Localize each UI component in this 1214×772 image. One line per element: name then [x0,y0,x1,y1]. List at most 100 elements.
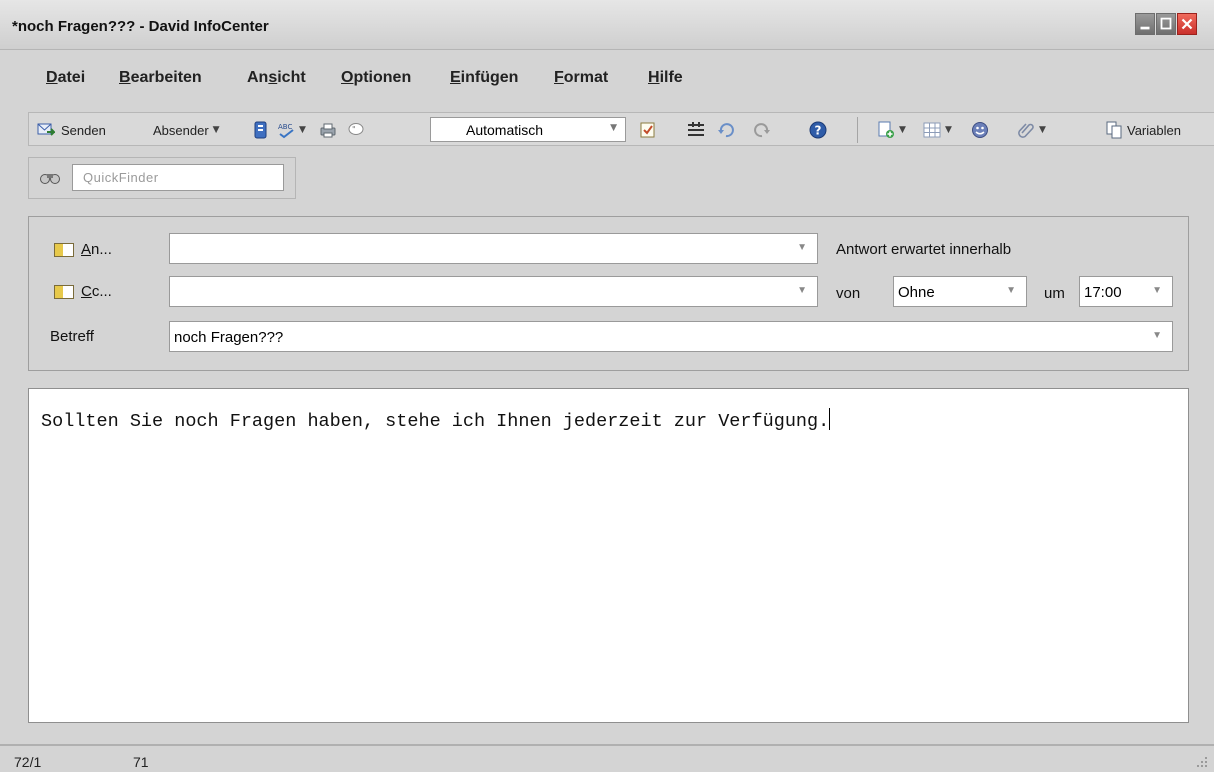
menu-hilfe[interactable]: Hilfe [648,69,683,87]
send-button[interactable]: Senden [37,120,106,140]
chevron-down-icon[interactable]: ▼ [1152,330,1162,341]
menu-accel: D [46,69,58,86]
cursor-position: 72/1 [14,754,42,770]
sender-label: Absender [153,122,209,138]
help-button[interactable]: ? [809,120,827,140]
subject-value: noch Fragen??? [174,329,284,346]
menu-bearbeiten[interactable]: Bearbeiten [119,69,202,87]
menu-format[interactable]: Format [554,69,608,87]
print-icon [320,123,336,138]
at-label: um [1044,285,1065,302]
address-book-icon[interactable] [54,285,74,299]
body-text-content: Sollten Sie noch Fragen haben, stehe ich… [41,411,830,432]
menu-accel: E [450,69,461,86]
chevron-down-icon: ▼ [610,123,617,133]
subject-label: Betreff [50,328,94,345]
address-book-icon[interactable] [54,243,74,257]
title-bar[interactable]: *noch Fragen??? - David InfoCenter [0,0,1214,50]
svg-text:?: ? [815,124,822,138]
sender-button[interactable]: Absender ▼ [153,120,220,140]
body-text[interactable]: Sollten Sie noch Fragen haben, stehe ich… [41,408,831,432]
priority-combobox[interactable]: Automatisch ▼ [430,117,626,142]
redo-button[interactable] [753,120,771,140]
message-body-editor[interactable]: Sollten Sie noch Fragen haben, stehe ich… [28,388,1189,723]
cc-label-rest: c... [91,283,112,300]
minimize-button[interactable] [1135,13,1155,35]
menu-bar: Datei Bearbeiten Ansicht Optionen Einfüg… [0,62,1214,94]
close-button[interactable] [1177,13,1197,35]
menu-datei[interactable]: Datei [46,69,85,87]
to-label-accel: A [81,241,92,258]
menu-label: ptionen [353,69,412,86]
undo-button[interactable] [717,120,735,140]
to-label[interactable]: An... [81,241,112,258]
spellcheck-button[interactable]: ABC ▼ [277,120,306,140]
table-button[interactable]: ▼ [923,120,952,140]
text-caret [829,408,831,430]
attachment-button[interactable]: ▼ [1017,120,1046,140]
paperclip-icon [1018,123,1034,138]
new-document-icon [878,121,894,138]
menu-label: infügen [460,69,519,86]
help-icon: ? [809,121,827,139]
maximize-icon [1160,17,1172,30]
task-button[interactable] [639,120,657,140]
task-check-icon [640,122,655,138]
reply-expected-label: Antwort erwartet innerhalb [836,241,1012,258]
chevron-down-icon[interactable]: ▼ [797,242,807,253]
insert-line-button[interactable] [687,120,705,140]
svg-text:": " [352,125,356,134]
menu-ansicht[interactable]: Ansicht [247,69,306,87]
quickfinder-input[interactable]: QuickFinder [72,164,284,191]
to-field[interactable]: ▼ [169,233,818,264]
horizontal-line-icon [688,122,704,136]
from-select[interactable]: Ohne ▼ [893,276,1027,307]
menu-einfuegen[interactable]: Einfügen [450,69,518,87]
time-select[interactable]: 17:00 ▼ [1079,276,1173,307]
variables-label: Variablen [1127,122,1181,138]
table-icon [923,122,941,138]
smiley-button[interactable] [971,120,989,140]
send-label: Senden [61,122,106,138]
cc-label[interactable]: Cc... [81,283,112,300]
print-button[interactable] [319,120,337,140]
spellcheck-icon: ABC [278,123,294,139]
menu-label: ormat [563,69,609,86]
menu-accel: O [341,69,354,86]
toolbar-separator [857,117,858,143]
svg-text:ABC: ABC [278,123,292,131]
redo-icon [754,123,770,138]
dropdown-arrow-icon: ▼ [299,125,306,135]
menu-label: atei [57,69,86,86]
dropdown-arrow-icon: ▼ [899,125,906,135]
address-book-button[interactable] [251,120,269,140]
time-value: 17:00 [1084,284,1122,301]
subject-field[interactable]: noch Fragen??? ▼ [169,321,1173,352]
cc-label-accel: C [81,283,92,300]
menu-label-pre: An [247,69,269,86]
resize-grip-icon[interactable] [1196,756,1208,768]
chevron-down-icon[interactable]: ▼ [797,285,807,296]
menu-label: ilfe [659,69,683,86]
binoculars-icon [40,174,60,184]
cc-field[interactable]: ▼ [169,276,818,307]
menu-label: earbeiten [130,69,202,86]
menu-accel: s [268,69,278,86]
menu-optionen[interactable]: Optionen [341,69,411,87]
menu-label: icht [277,69,306,86]
variables-icon [1106,121,1122,139]
window-title: *noch Fragen??? - David InfoCenter [12,18,269,35]
variables-button[interactable]: Variablen [1105,120,1181,140]
menu-accel: H [648,69,660,86]
dropdown-arrow-icon: ▼ [212,125,220,135]
character-count: 71 [133,754,149,770]
dropdown-arrow-icon: ▼ [1039,125,1046,135]
menu-accel: F [554,69,564,86]
chevron-down-icon: ▼ [1006,285,1016,296]
undo-icon [718,123,734,138]
menu-accel: B [119,69,131,86]
maximize-button[interactable] [1156,13,1176,35]
quote-button[interactable]: " [347,120,365,140]
new-item-button[interactable]: ▼ [877,120,906,140]
dropdown-arrow-icon: ▼ [945,125,952,135]
